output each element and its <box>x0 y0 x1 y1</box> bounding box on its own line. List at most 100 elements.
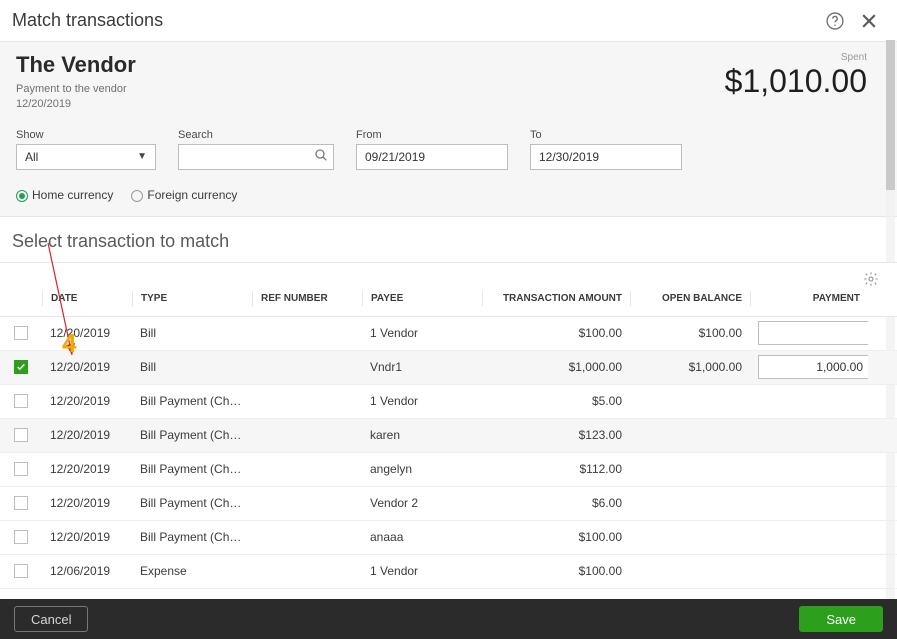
payee-cell: karen <box>362 428 482 442</box>
row-checkbox[interactable] <box>14 360 28 374</box>
foreign-currency-label: Foreign currency <box>147 188 237 202</box>
to-label: To <box>530 129 682 141</box>
table-row: 12/20/2019 Bill Payment (Check) angelyn … <box>0 453 897 487</box>
date-cell: 12/20/2019 <box>42 360 132 374</box>
home-currency-radio[interactable]: Home currency <box>16 188 113 202</box>
search-label: Search <box>178 129 334 141</box>
vendor-sub1: Payment to the vendor <box>16 82 136 97</box>
payment-input[interactable] <box>758 355 868 379</box>
type-cell: Bill <box>132 326 252 340</box>
footer: Cancel Save <box>0 599 897 639</box>
show-label: Show <box>16 129 156 141</box>
table-row: 12/20/2019 Bill Payment (Check) karen $1… <box>0 419 897 453</box>
balance-cell: $1,000.00 <box>630 360 750 374</box>
home-currency-label: Home currency <box>32 188 113 202</box>
type-cell: Bill Payment (Check) <box>132 530 252 544</box>
save-button[interactable]: Save <box>799 606 883 632</box>
col-ref[interactable]: REF NUMBER <box>252 291 362 306</box>
payee-cell: 1 Vendor <box>362 564 482 578</box>
amount-cell: $123.00 <box>482 428 630 442</box>
col-type[interactable]: TYPE <box>132 291 252 306</box>
spent-block: Spent $1,010.00 <box>725 52 881 100</box>
payee-cell: Vendor 2 <box>362 496 482 510</box>
gear-icon[interactable] <box>863 271 879 292</box>
payee-cell: Vndr1 <box>362 360 482 374</box>
section-title: Select transaction to match <box>0 217 897 262</box>
to-value: 12/30/2019 <box>539 150 599 164</box>
from-label: From <box>356 129 508 141</box>
table-header: DATE TYPE REF NUMBER PAYEE TRANSACTION A… <box>0 263 897 317</box>
type-cell: Expense <box>132 564 252 578</box>
col-balance[interactable]: OPEN BALANCE <box>630 291 750 306</box>
vendor-name: The Vendor <box>16 52 136 78</box>
date-cell: 12/20/2019 <box>42 326 132 340</box>
row-checkbox[interactable] <box>14 530 28 544</box>
amount-cell: $100.00 <box>482 326 630 340</box>
type-cell: Bill Payment (Check) <box>132 462 252 476</box>
table-body: 12/20/2019 Bill 1 Vendor $100.00 $100.00… <box>0 317 897 589</box>
table-row: 12/20/2019 Bill Payment (Check) Vendor 2… <box>0 487 897 521</box>
row-checkbox[interactable] <box>14 496 28 510</box>
help-icon[interactable] <box>825 11 845 31</box>
col-amount[interactable]: TRANSACTION AMOUNT <box>482 291 630 306</box>
amount-cell: $6.00 <box>482 496 630 510</box>
caret-down-icon: ▼ <box>137 151 147 162</box>
table-row: 12/20/2019 Bill 1 Vendor $100.00 $100.00 <box>0 317 897 351</box>
spent-label: Spent <box>725 52 867 63</box>
type-cell: Bill Payment (Check) <box>132 394 252 408</box>
scrollbar-thumb[interactable] <box>886 40 895 190</box>
cancel-button[interactable]: Cancel <box>14 606 88 632</box>
type-cell: Bill Payment (Check) <box>132 496 252 510</box>
from-date-input[interactable]: 09/21/2019 <box>356 144 508 170</box>
foreign-currency-radio[interactable]: Foreign currency <box>131 188 237 202</box>
to-date-input[interactable]: 12/30/2019 <box>530 144 682 170</box>
row-checkbox[interactable] <box>14 428 28 442</box>
date-cell: 12/20/2019 <box>42 428 132 442</box>
transactions-table: DATE TYPE REF NUMBER PAYEE TRANSACTION A… <box>0 262 897 589</box>
filters: Show All ▼ Search From 09/21/2019 To <box>16 129 881 170</box>
type-cell: Bill <box>132 360 252 374</box>
row-checkbox[interactable] <box>14 326 28 340</box>
titlebar-actions <box>825 11 879 31</box>
amount-cell: $112.00 <box>482 462 630 476</box>
payee-cell: 1 Vendor <box>362 394 482 408</box>
col-payee[interactable]: PAYEE <box>362 291 482 306</box>
payee-cell: angelyn <box>362 462 482 476</box>
payee-cell: 1 Vendor <box>362 326 482 340</box>
amount-cell: $5.00 <box>482 394 630 408</box>
type-cell: Bill Payment (Check) <box>132 428 252 442</box>
titlebar: Match transactions <box>0 0 897 42</box>
row-checkbox[interactable] <box>14 564 28 578</box>
close-icon[interactable] <box>859 11 879 31</box>
payment-input[interactable] <box>758 321 868 345</box>
date-cell: 12/20/2019 <box>42 394 132 408</box>
balance-cell: $100.00 <box>630 326 750 340</box>
show-select[interactable]: All ▼ <box>16 144 156 170</box>
show-value: All <box>25 150 38 164</box>
date-cell: 12/20/2019 <box>42 530 132 544</box>
vendor-sub2: 12/20/2019 <box>16 97 136 112</box>
header: The Vendor Payment to the vendor 12/20/2… <box>0 42 897 217</box>
table-row: 12/20/2019 Bill Payment (Check) 1 Vendor… <box>0 385 897 419</box>
search-input[interactable] <box>187 150 313 164</box>
row-checkbox[interactable] <box>14 394 28 408</box>
currency-radio-group: Home currency Foreign currency <box>16 188 881 202</box>
vendor-block: The Vendor Payment to the vendor 12/20/2… <box>16 52 136 113</box>
col-payment[interactable]: PAYMENT <box>750 291 868 306</box>
spent-amount: $1,010.00 <box>725 63 867 100</box>
date-cell: 12/06/2019 <box>42 564 132 578</box>
search-box[interactable] <box>178 144 334 170</box>
table-row: 12/20/2019 Bill Vndr1 $1,000.00 $1,000.0… <box>0 351 897 385</box>
row-checkbox[interactable] <box>14 462 28 476</box>
search-icon[interactable] <box>313 147 329 166</box>
from-value: 09/21/2019 <box>365 150 425 164</box>
payee-cell: anaaa <box>362 530 482 544</box>
date-cell: 12/20/2019 <box>42 496 132 510</box>
table-row: 12/20/2019 Bill Payment (Check) anaaa $1… <box>0 521 897 555</box>
date-cell: 12/20/2019 <box>42 462 132 476</box>
amount-cell: $1,000.00 <box>482 360 630 374</box>
amount-cell: $100.00 <box>482 564 630 578</box>
table-row: 12/06/2019 Expense 1 Vendor $100.00 <box>0 555 897 589</box>
col-date[interactable]: DATE <box>42 291 132 306</box>
amount-cell: $100.00 <box>482 530 630 544</box>
